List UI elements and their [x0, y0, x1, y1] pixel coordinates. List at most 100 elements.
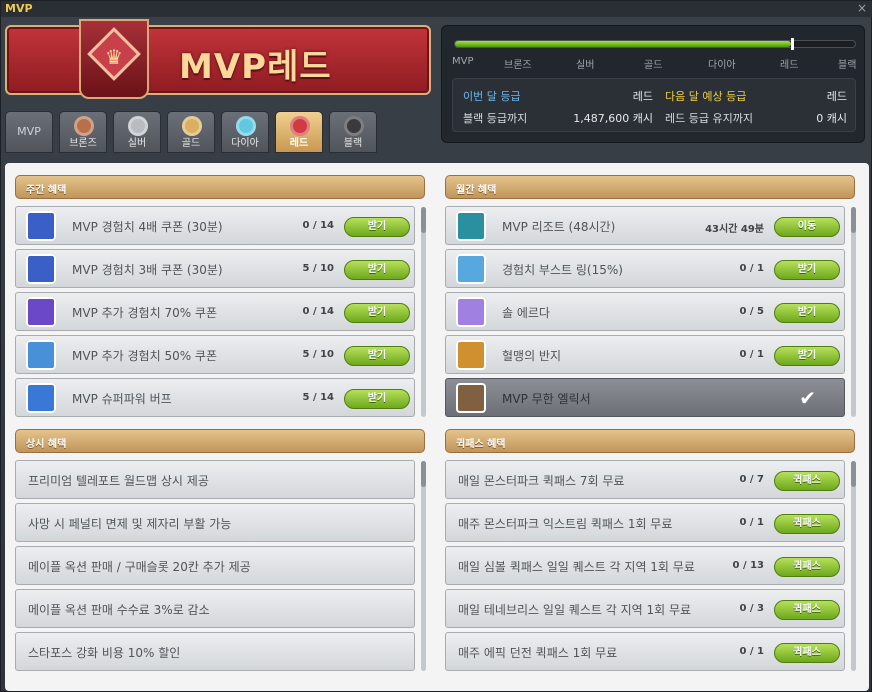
- title-bar[interactable]: MVP ×: [1, 1, 872, 17]
- scrollbar[interactable]: [851, 461, 856, 671]
- benefit-row[interactable]: 매일 테네브리스 일일 퀘스트 각 지역 1회 무료 0 / 3 퀵패스: [445, 589, 845, 628]
- benefit-name: 솔 에르다: [502, 306, 550, 320]
- receive-button[interactable]: 받기: [344, 389, 410, 409]
- permanent-benefits-header: 상시 혜택: [15, 429, 425, 453]
- benefit-count: 5 / 14: [302, 392, 335, 403]
- close-icon[interactable]: ×: [857, 1, 867, 15]
- grade-label: 실버: [576, 60, 595, 71]
- receive-button[interactable]: 받기: [774, 346, 840, 366]
- benefit-name: 메이플 옥션 판매 수수료 3%로 감소: [28, 603, 210, 617]
- grade-label: 레드: [780, 60, 799, 71]
- scroll-thumb[interactable]: [421, 461, 426, 487]
- tab-label: 실버: [127, 138, 147, 149]
- next-month-label: 다음 달 예상 등급: [665, 90, 747, 103]
- benefit-name: 메이플 옥션 판매 / 구매슬롯 20칸 추가 제공: [28, 560, 251, 574]
- benefit-row[interactable]: 경험치 부스트 링(15%) 0 / 1 받기: [445, 249, 845, 288]
- benefit-row: 메이플 옥션 판매 수수료 3%로 감소: [15, 589, 415, 628]
- benefit-name: 프리미엄 텔레포트 월드맵 상시 제공: [28, 474, 209, 488]
- scrollbar[interactable]: [421, 207, 426, 417]
- benefit-count: 0 / 1: [739, 646, 764, 657]
- quickpass-button[interactable]: 퀵패스: [774, 643, 840, 663]
- benefit-name: 매주 에픽 던전 퀵패스 1회 무료: [458, 646, 618, 660]
- to-black-label: 블랙 등급까지: [463, 112, 528, 125]
- monthly-benefits-header: 월간 혜택: [445, 175, 855, 199]
- permanent-title: 상시 혜택: [26, 439, 67, 450]
- tab-label: 레드: [289, 138, 309, 149]
- benefit-count: 0 / 7: [739, 474, 764, 485]
- grade-info-box: 이번 달 등급 레드 다음 달 예상 등급 레드 블랙 등급까지 1,487,6…: [452, 78, 856, 132]
- window-title: MVP: [5, 2, 33, 15]
- weekly-title: 주간 혜택: [26, 185, 67, 196]
- quickpass-title: 퀵패스 혜택: [456, 439, 506, 450]
- monthly-title: 월간 혜택: [456, 185, 497, 196]
- grade-label: MVP: [452, 56, 474, 67]
- receive-button[interactable]: 받기: [344, 346, 410, 366]
- benefit-row[interactable]: 매일 심볼 퀵패스 일일 퀘스트 각 지역 1회 무료 0 / 13 퀵패스: [445, 546, 845, 585]
- benefit-name: MVP 추가 경험치 70% 쿠폰: [72, 306, 218, 320]
- tab-bronze[interactable]: 브론즈: [59, 111, 107, 153]
- benefit-name: MVP 경험치 4배 쿠폰 (30분): [72, 220, 223, 234]
- benefits-content: 주간 혜택 MVP 경험치 4배 쿠폰 (30분) 0 / 14 받기 MVP 경험치…: [5, 163, 869, 691]
- benefit-row: 스타포스 강화 비용 10% 할인: [15, 632, 415, 671]
- scroll-thumb[interactable]: [421, 207, 426, 233]
- elixir-icon: [456, 383, 486, 413]
- benefit-name: 매일 심볼 퀵패스 일일 퀘스트 각 지역 1회 무료: [458, 560, 695, 574]
- scroll-thumb[interactable]: [851, 207, 856, 233]
- quickpass-button[interactable]: 퀵패스: [774, 557, 840, 577]
- benefit-name: 매일 테네브리스 일일 퀘스트 각 지역 1회 무료: [458, 603, 692, 617]
- grade-label: 블랙: [838, 60, 857, 71]
- scroll-thumb[interactable]: [851, 461, 856, 487]
- monthly-benefits-panel: 월간 혜택 MVP 리조트 (48시간) 43시간 49분 이동경험치 부스트 링(…: [445, 175, 857, 419]
- exp-coupon-icon: [26, 211, 56, 241]
- tab-mvp[interactable]: MVP: [5, 111, 53, 153]
- move-button[interactable]: 이동: [774, 217, 840, 237]
- benefit-row[interactable]: MVP 슈퍼파워 버프 5 / 14 받기: [15, 378, 415, 417]
- boost-ring-icon: [456, 254, 486, 284]
- check-icon: ✔: [799, 386, 816, 410]
- benefit-count: 0 / 3: [739, 603, 764, 614]
- receive-button[interactable]: 받기: [774, 260, 840, 280]
- benefit-count: 0 / 1: [739, 349, 764, 360]
- receive-button[interactable]: 받기: [344, 303, 410, 323]
- quickpass-button[interactable]: 퀵패스: [774, 600, 840, 620]
- benefit-count: 5 / 10: [302, 349, 335, 360]
- tab-black[interactable]: 블랙: [329, 111, 377, 153]
- gold-medal-icon: [182, 116, 202, 136]
- receive-button[interactable]: 받기: [774, 303, 840, 323]
- scrollbar[interactable]: [851, 207, 856, 417]
- tab-red[interactable]: 레드: [275, 111, 323, 153]
- benefit-count: 0 / 1: [739, 517, 764, 528]
- quickpass-button[interactable]: 퀵패스: [774, 471, 840, 491]
- tab-diamond[interactable]: 다이아: [221, 111, 269, 153]
- benefit-row: 메이플 옥션 판매 / 구매슬롯 20칸 추가 제공: [15, 546, 415, 585]
- quickpass-button[interactable]: 퀵패스: [774, 514, 840, 534]
- benefit-row[interactable]: MVP 리조트 (48시간) 43시간 49분 이동: [445, 206, 845, 245]
- benefit-name: MVP 리조트 (48시간): [502, 220, 616, 234]
- benefit-row[interactable]: 매일 몬스터파크 퀵패스 7회 무료 0 / 7 퀵패스: [445, 460, 845, 499]
- benefit-row[interactable]: 혈맹의 반지 0 / 1 받기: [445, 335, 845, 374]
- benefit-row[interactable]: MVP 경험치 3배 쿠폰 (30분) 5 / 10 받기: [15, 249, 415, 288]
- receive-button[interactable]: 받기: [344, 260, 410, 280]
- benefit-row[interactable]: MVP 추가 경험치 70% 쿠폰 0 / 14 받기: [15, 292, 415, 331]
- red-medal-icon: ♛: [79, 19, 149, 99]
- bonus-exp-coupon-icon: [26, 340, 56, 370]
- tab-gold[interactable]: 골드: [167, 111, 215, 153]
- benefit-row[interactable]: MVP 경험치 4배 쿠폰 (30분) 0 / 14 받기: [15, 206, 415, 245]
- benefit-name: MVP 무한 엘릭서: [502, 392, 591, 406]
- weekly-benefits-header: 주간 혜택: [15, 175, 425, 199]
- scrollbar[interactable]: [421, 461, 426, 671]
- benefit-row[interactable]: 솔 에르다 0 / 5 받기: [445, 292, 845, 331]
- quickpass-benefits-panel: 퀵패스 혜택 매일 몬스터파크 퀵패스 7회 무료 0 / 7 퀵패스 매주 몬스터파…: [445, 429, 857, 673]
- benefit-count: 0 / 13: [732, 560, 765, 571]
- tab-silver[interactable]: 실버: [113, 111, 161, 153]
- tab-label: 다이아: [231, 138, 259, 149]
- benefit-row[interactable]: MVP 추가 경험치 50% 쿠폰 5 / 10 받기: [15, 335, 415, 374]
- benefit-row[interactable]: 매주 에픽 던전 퀵패스 1회 무료 0 / 1 퀵패스: [445, 632, 845, 671]
- benefit-row[interactable]: 매주 몬스터파크 익스트림 퀵패스 1회 무료 0 / 1 퀵패스: [445, 503, 845, 542]
- diamond-medal-icon: [236, 116, 256, 136]
- keep-red-value: 0 캐시: [816, 112, 847, 125]
- resort-icon: [456, 211, 486, 241]
- receive-button[interactable]: 받기: [344, 217, 410, 237]
- benefit-name: 사망 시 페널티 면제 및 제자리 부활 가능: [28, 517, 232, 531]
- grade-label: 골드: [644, 60, 663, 71]
